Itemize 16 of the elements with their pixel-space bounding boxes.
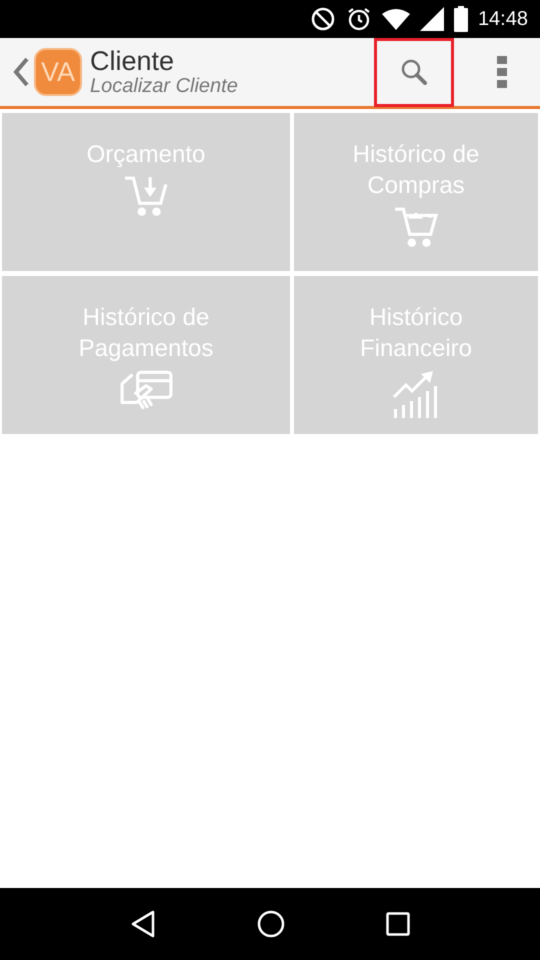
screen-title: Cliente bbox=[90, 46, 176, 76]
screen-subtitle: Localizar Cliente bbox=[90, 75, 239, 98]
more-icon bbox=[497, 56, 507, 88]
clock-time: 14:48 bbox=[478, 7, 528, 32]
signal-icon bbox=[420, 7, 444, 31]
battery-icon bbox=[454, 6, 468, 32]
back-triangle-icon bbox=[130, 910, 156, 938]
card-in-hand-icon bbox=[119, 368, 173, 412]
alarm-icon bbox=[346, 6, 372, 32]
wifi-icon bbox=[382, 8, 410, 30]
search-icon bbox=[399, 57, 429, 87]
home-circle-icon bbox=[256, 910, 285, 938]
search-button[interactable] bbox=[374, 38, 454, 106]
do-not-disturb-icon bbox=[310, 6, 336, 32]
app-logo: VA bbox=[34, 48, 82, 96]
recents-square-icon bbox=[386, 912, 410, 936]
